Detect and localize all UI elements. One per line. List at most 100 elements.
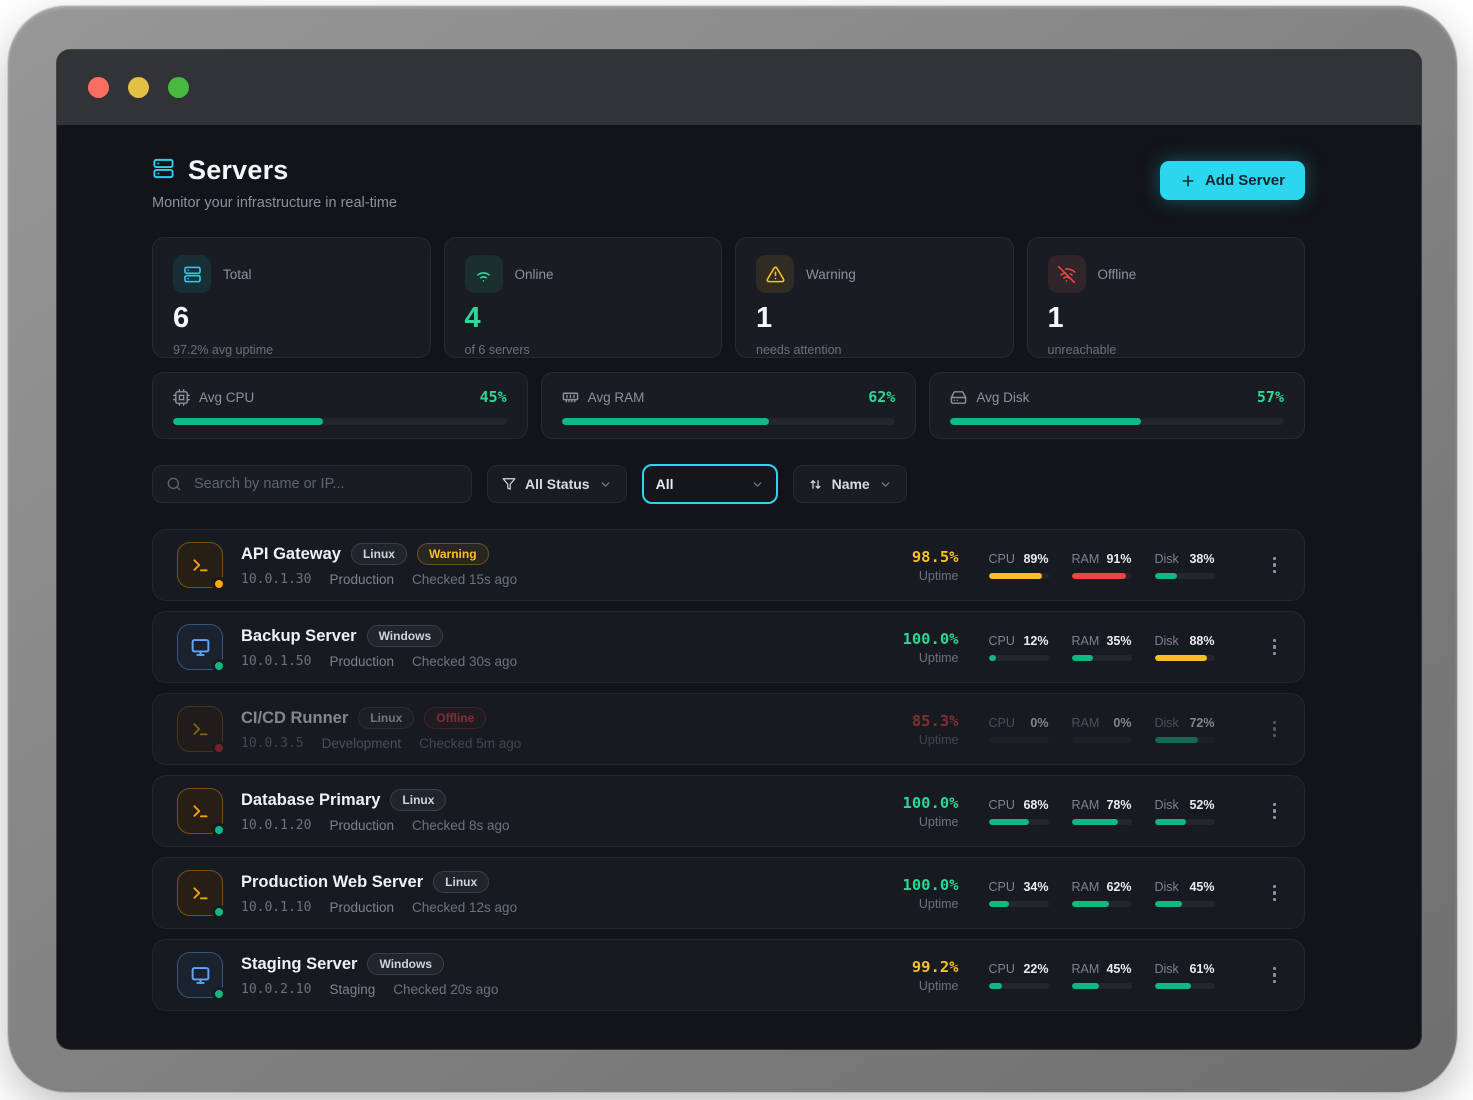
metric-bar	[1072, 655, 1132, 661]
metric-value: 35%	[1106, 634, 1131, 648]
warning-triangle-icon	[756, 255, 794, 293]
chevron-down-icon	[879, 478, 892, 491]
avg-value: 62%	[868, 388, 895, 406]
server-row[interactable]: Backup Server Windows 10.0.1.50 Producti…	[152, 611, 1305, 683]
row-menu-button[interactable]	[1269, 635, 1281, 660]
row-menu-button[interactable]	[1269, 881, 1281, 906]
metric-bar	[989, 983, 1049, 989]
avg-cpu-card: Avg CPU 45%	[152, 372, 528, 439]
server-last-checked: Checked 5m ago	[419, 736, 521, 751]
server-icon-wrap	[177, 624, 223, 670]
avg-progress-bar	[562, 418, 896, 425]
cpu-metric: CPU68%	[989, 798, 1049, 825]
status-dot	[212, 905, 226, 919]
metric-bar	[1155, 983, 1215, 989]
disk-metric: Disk45%	[1155, 880, 1215, 907]
stat-value: 6	[173, 304, 410, 333]
metric-value: 61%	[1189, 962, 1214, 976]
metric-label: Disk	[1155, 552, 1179, 566]
metric-value: 0%	[1113, 716, 1131, 730]
server-name: Database Primary	[241, 791, 380, 810]
chevron-down-icon	[751, 478, 764, 491]
server-info: API Gateway Linux Warning 10.0.1.30 Prod…	[241, 543, 517, 587]
uptime-block: 98.5% Uptime	[895, 548, 959, 583]
server-environment: Production	[329, 654, 394, 669]
server-info: CI/CD Runner Linux Offline 10.0.3.5 Deve…	[241, 707, 521, 751]
os-badge: Linux	[358, 707, 414, 729]
disk-metric: Disk61%	[1155, 962, 1215, 989]
metric-bar	[1155, 901, 1215, 907]
server-row[interactable]: Database Primary Linux 10.0.1.20 Product…	[152, 775, 1305, 847]
type-filter-select[interactable]: All	[642, 464, 778, 504]
wifi-off-icon	[1048, 255, 1086, 293]
page-subtitle: Monitor your infrastructure in real-time	[152, 195, 397, 211]
stat-value: 4	[465, 304, 702, 333]
terminal-icon	[190, 555, 211, 576]
os-badge: Linux	[351, 543, 407, 565]
stat-sub: needs attention	[756, 343, 993, 357]
metric-label: RAM	[1072, 962, 1100, 976]
server-ip: 10.0.1.30	[241, 572, 311, 587]
row-menu-button[interactable]	[1269, 553, 1281, 578]
metric-value: 12%	[1023, 634, 1048, 648]
server-last-checked: Checked 15s ago	[412, 572, 517, 587]
maximize-window-button[interactable]	[168, 77, 189, 98]
row-menu-button[interactable]	[1269, 717, 1281, 742]
metric-bar	[989, 901, 1049, 907]
server-ip: 10.0.2.10	[241, 982, 311, 997]
avg-ram-card: Avg RAM 62%	[541, 372, 917, 439]
metric-bar	[1155, 819, 1215, 825]
uptime-label: Uptime	[895, 897, 959, 911]
os-badge: Linux	[390, 789, 446, 811]
minimize-window-button[interactable]	[128, 77, 149, 98]
row-menu-button[interactable]	[1269, 963, 1281, 988]
metric-value: 45%	[1189, 880, 1214, 894]
uptime-block: 85.3% Uptime	[895, 712, 959, 747]
cpu-metric: CPU34%	[989, 880, 1049, 907]
server-icon-wrap	[177, 788, 223, 834]
uptime-label: Uptime	[895, 569, 959, 583]
avg-value: 57%	[1257, 388, 1284, 406]
server-metrics: 99.2% Uptime CPU22% RAM45% Disk61%	[895, 958, 1281, 993]
averages-grid: Avg CPU 45% Avg RAM 62%	[152, 372, 1305, 439]
stat-label: Offline	[1098, 267, 1137, 282]
metric-label: RAM	[1072, 716, 1100, 730]
monitor-icon	[190, 965, 211, 986]
server-row[interactable]: CI/CD Runner Linux Offline 10.0.3.5 Deve…	[152, 693, 1305, 765]
sort-button[interactable]: Name	[793, 465, 907, 503]
server-row[interactable]: API Gateway Linux Warning 10.0.1.30 Prod…	[152, 529, 1305, 601]
metric-bar	[989, 819, 1049, 825]
plus-icon	[1180, 173, 1196, 189]
uptime-block: 99.2% Uptime	[895, 958, 959, 993]
search-input[interactable]	[192, 475, 458, 493]
metric-label: Disk	[1155, 716, 1179, 730]
row-menu-button[interactable]	[1269, 799, 1281, 824]
metric-bar	[1155, 737, 1215, 743]
page-header: Servers Monitor your infrastructure in r…	[152, 155, 1305, 211]
close-window-button[interactable]	[88, 77, 109, 98]
server-row[interactable]: Staging Server Windows 10.0.2.10 Staging…	[152, 939, 1305, 1011]
add-server-button[interactable]: Add Server	[1160, 161, 1305, 200]
terminal-icon	[190, 719, 211, 740]
server-name: Staging Server	[241, 955, 357, 974]
server-ip: 10.0.1.10	[241, 900, 311, 915]
app-window: Servers Monitor your infrastructure in r…	[57, 50, 1421, 1049]
sort-arrows-icon	[808, 477, 823, 492]
server-row[interactable]: Production Web Server Linux 10.0.1.10 Pr…	[152, 857, 1305, 929]
metric-label: Disk	[1155, 798, 1179, 812]
stat-label: Warning	[806, 267, 856, 282]
metric-bar	[1072, 983, 1132, 989]
server-last-checked: Checked 20s ago	[393, 982, 498, 997]
status-filter-button[interactable]: All Status	[487, 465, 627, 503]
server-name: CI/CD Runner	[241, 709, 348, 728]
server-metrics: 100.0% Uptime CPU68% RAM78% Disk52%	[895, 794, 1281, 829]
os-badge: Linux	[433, 871, 489, 893]
avg-label: Avg Disk	[976, 390, 1029, 405]
search-icon	[166, 476, 182, 492]
server-icon	[173, 255, 211, 293]
metric-label: RAM	[1072, 798, 1100, 812]
uptime-block: 100.0% Uptime	[895, 794, 959, 829]
chevron-down-icon	[599, 478, 612, 491]
metric-bar	[989, 737, 1049, 743]
metric-value: 22%	[1023, 962, 1048, 976]
